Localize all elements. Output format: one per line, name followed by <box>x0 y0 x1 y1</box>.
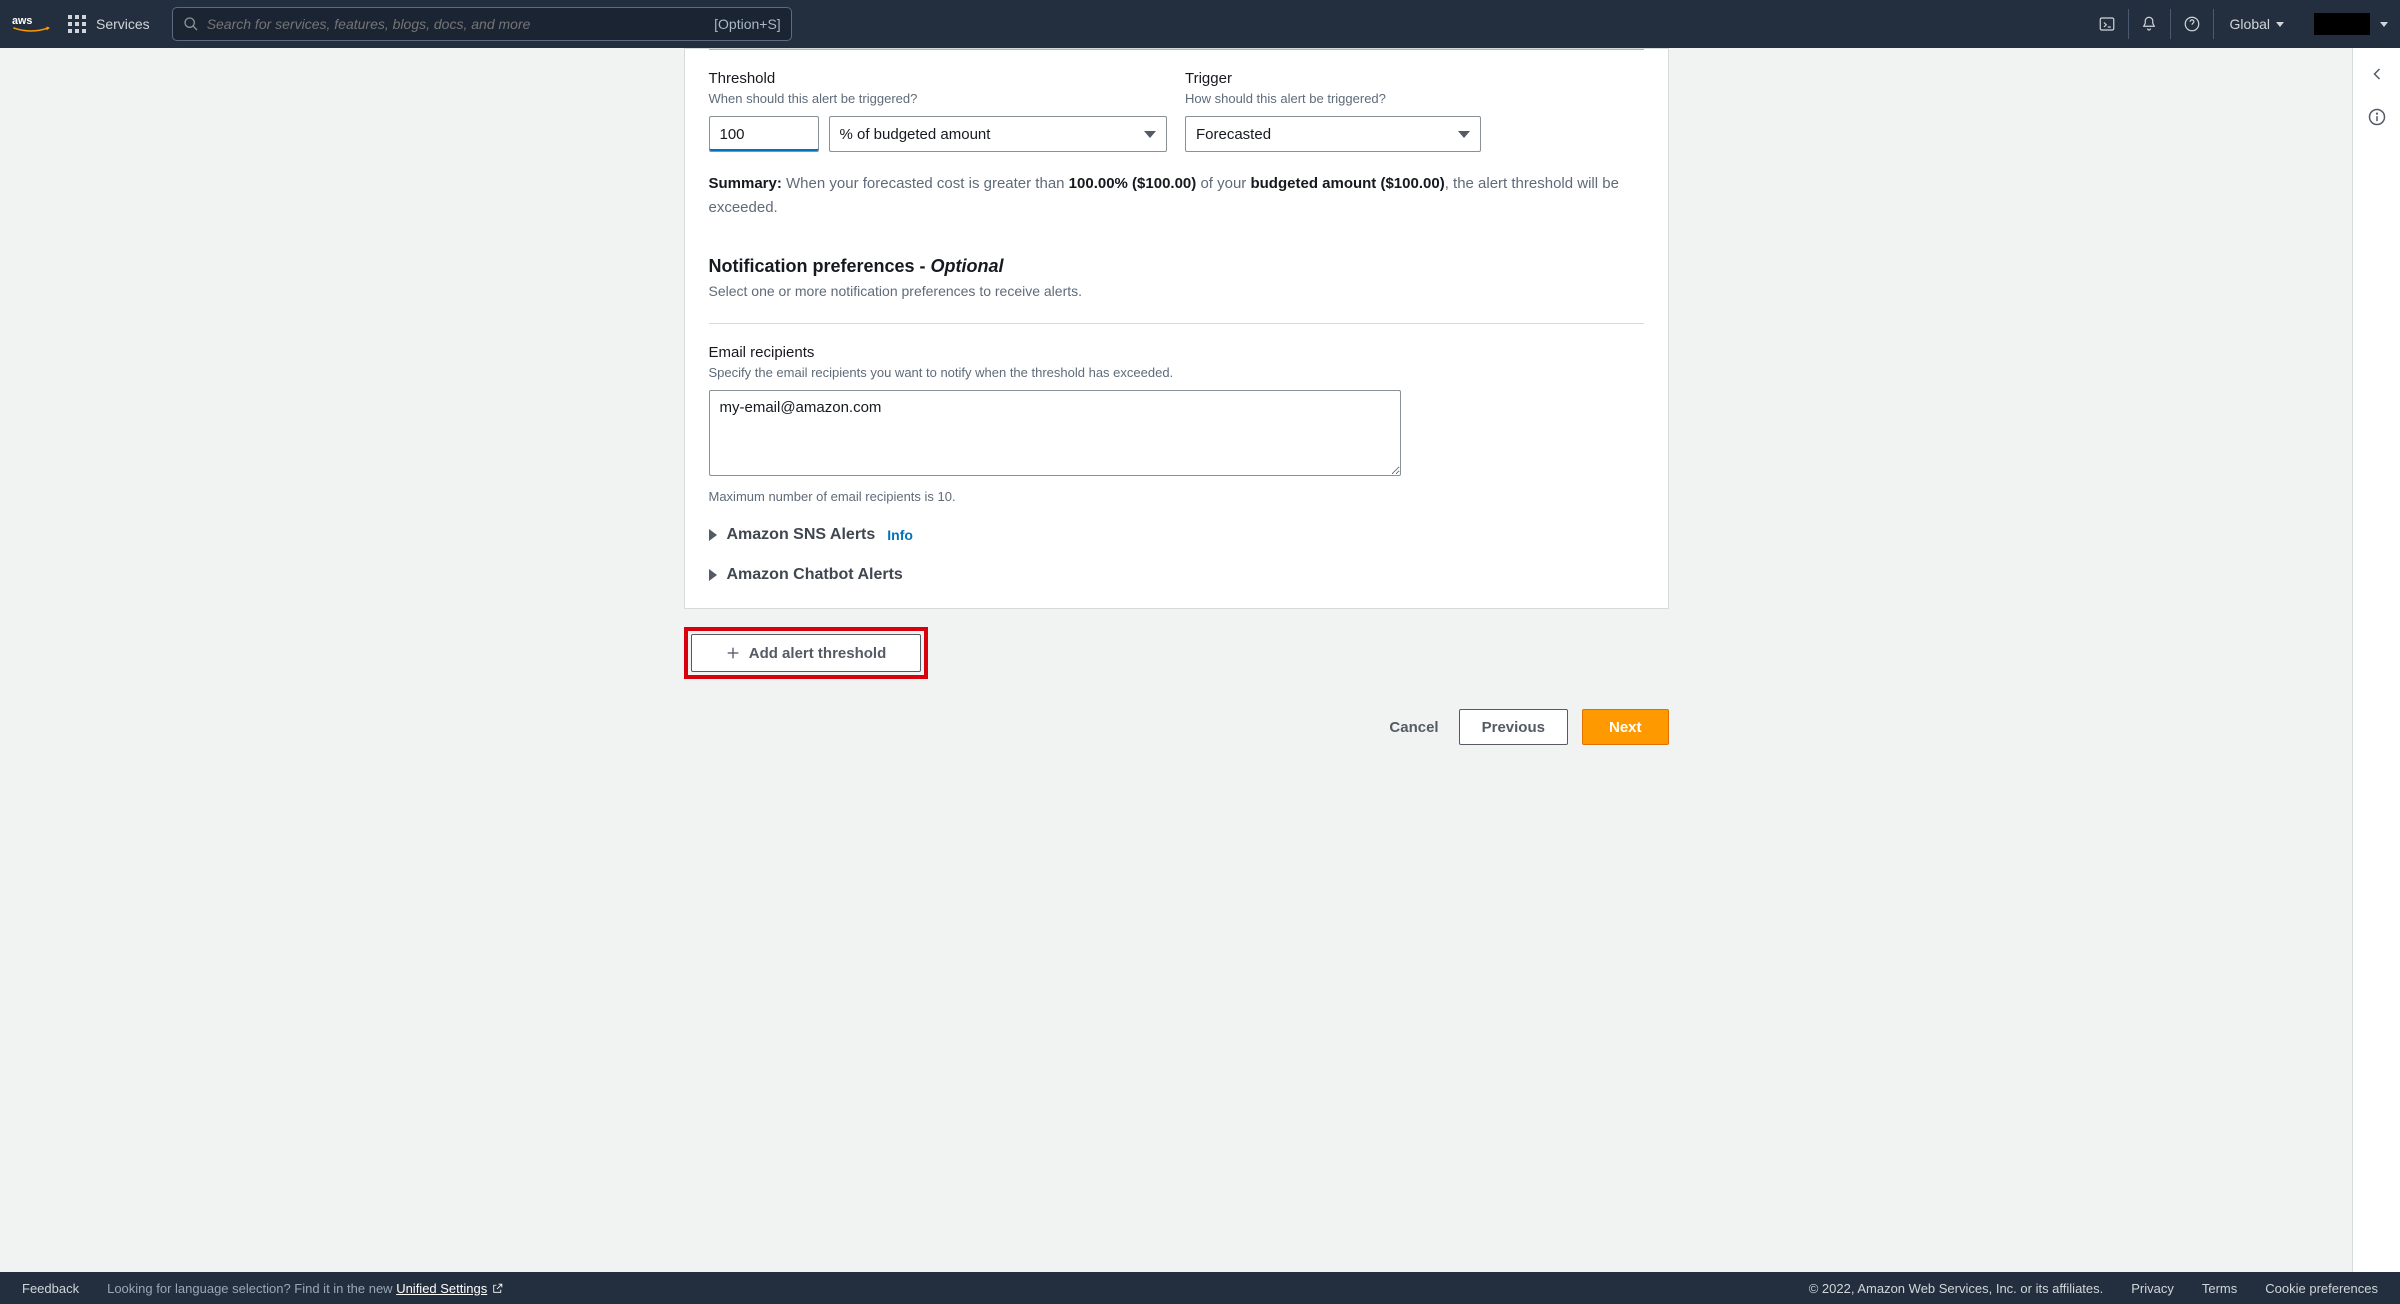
caret-right-icon <box>709 529 717 541</box>
chevron-down-icon <box>1458 131 1470 138</box>
previous-button[interactable]: Previous <box>1459 709 1568 745</box>
chatbot-alerts-label: Amazon Chatbot Alerts <box>727 566 903 584</box>
help-icon[interactable] <box>2171 9 2213 39</box>
footer: Feedback Looking for language selection?… <box>0 1272 2400 1304</box>
copyright: © 2022, Amazon Web Services, Inc. or its… <box>1809 1281 2104 1296</box>
wizard-actions: Cancel Previous Next <box>684 709 1669 745</box>
plus-icon <box>725 645 741 661</box>
email-recipients-input[interactable] <box>709 390 1401 476</box>
alert-threshold-panel: Threshold When should this alert be trig… <box>684 48 1669 609</box>
top-nav: aws Services [Option+S] Global <box>0 0 2400 48</box>
feedback-link[interactable]: Feedback <box>22 1281 79 1296</box>
notification-preferences-heading: Notification preferences - Optional <box>709 256 1644 277</box>
email-recipients-label: Email recipients <box>709 344 1644 361</box>
summary-pct: 100.00% ($100.00) <box>1069 175 1197 192</box>
help-rail <box>2352 48 2400 1272</box>
threshold-label: Threshold <box>709 70 1168 87</box>
cancel-button[interactable]: Cancel <box>1383 711 1444 744</box>
language-hint: Looking for language selection? Find it … <box>107 1281 504 1296</box>
global-search[interactable]: [Option+S] <box>172 7 792 41</box>
chatbot-alerts-expando[interactable]: Amazon Chatbot Alerts <box>709 566 1644 584</box>
search-input[interactable] <box>207 16 714 32</box>
external-link-icon <box>491 1282 504 1295</box>
nav-icon-group <box>2087 9 2213 39</box>
email-recipients-hint: Maximum number of email recipients is 10… <box>709 489 1644 504</box>
trigger-value: Forecasted <box>1196 126 1271 143</box>
chevron-down-icon <box>1144 131 1156 138</box>
threshold-unit-value: % of budgeted amount <box>840 126 991 143</box>
divider <box>709 49 1644 50</box>
divider <box>709 323 1644 324</box>
email-recipients-help: Specify the email recipients you want to… <box>709 365 1644 380</box>
notifications-icon[interactable] <box>2129 9 2171 39</box>
privacy-link[interactable]: Privacy <box>2131 1281 2174 1296</box>
caret-down-icon <box>2276 22 2284 27</box>
collapse-help-icon[interactable] <box>2367 64 2387 89</box>
search-kbd-hint: [Option+S] <box>714 16 781 32</box>
trigger-help: How should this alert be triggered? <box>1185 91 1644 106</box>
add-alert-threshold-highlight: Add alert threshold <box>684 627 928 679</box>
trigger-select[interactable]: Forecasted <box>1185 116 1481 152</box>
terms-link[interactable]: Terms <box>2202 1281 2237 1296</box>
cloudshell-icon[interactable] <box>2087 9 2129 39</box>
unified-settings-link[interactable]: Unified Settings <box>396 1281 504 1296</box>
info-icon[interactable] <box>2367 107 2387 132</box>
region-label: Global <box>2230 16 2270 32</box>
sns-info-link[interactable]: Info <box>887 527 913 543</box>
search-icon <box>183 16 199 32</box>
next-button[interactable]: Next <box>1582 709 1669 745</box>
add-alert-threshold-button[interactable]: Add alert threshold <box>691 634 921 672</box>
services-grid-icon[interactable] <box>68 15 86 33</box>
summary-budget: budgeted amount ($100.00) <box>1250 175 1444 192</box>
aws-logo[interactable]: aws <box>12 12 50 36</box>
cookie-preferences-link[interactable]: Cookie preferences <box>2265 1281 2378 1296</box>
threshold-help: When should this alert be triggered? <box>709 91 1168 106</box>
caret-down-icon <box>2380 22 2388 27</box>
summary-text: Summary: When your forecasted cost is gr… <box>709 172 1644 220</box>
caret-right-icon <box>709 569 717 581</box>
notification-preferences-sub: Select one or more notification preferen… <box>709 283 1644 299</box>
trigger-label: Trigger <box>1185 70 1644 87</box>
svg-text:aws: aws <box>12 15 32 27</box>
account-menu[interactable] <box>2314 13 2370 35</box>
services-link[interactable]: Services <box>96 16 150 32</box>
threshold-value-input[interactable] <box>709 116 819 152</box>
summary-lead: Summary: <box>709 175 782 192</box>
add-alert-threshold-label: Add alert threshold <box>749 645 887 662</box>
threshold-unit-select[interactable]: % of budgeted amount <box>829 116 1168 152</box>
sns-alerts-label: Amazon SNS Alerts <box>727 526 876 544</box>
region-selector[interactable]: Global <box>2213 9 2300 39</box>
sns-alerts-expando[interactable]: Amazon SNS Alerts Info <box>709 526 1644 544</box>
